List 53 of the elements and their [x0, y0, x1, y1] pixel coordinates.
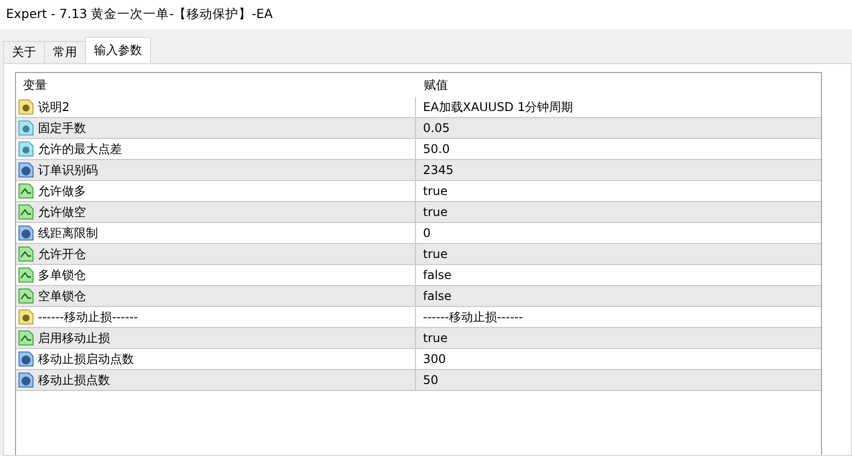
parameter-name: 移动止损启动点数 [38, 350, 134, 368]
table-cell-text: true [422, 183, 449, 200]
table-row[interactable]: 订单识别码 2345 [16, 160, 821, 181]
table-cell-text: 50.0 [422, 141, 451, 158]
table-row[interactable]: 多单锁仓 false [16, 265, 821, 286]
parameter-name: 允许做空 [38, 204, 86, 220]
table-cell-text: 2345 [422, 162, 455, 179]
parameter-name: 启用移动止损 [38, 330, 110, 346]
parameter-name: 说明2 [38, 98, 70, 116]
parameter-name: 订单识别码 [38, 162, 98, 178]
table-cell-text: true [422, 204, 449, 221]
table-cell-text: 300 [422, 351, 447, 368]
chart-icon [18, 330, 34, 346]
table-row[interactable]: 允许做空 true [16, 202, 821, 223]
chart-icon [18, 288, 34, 304]
parameter-name: 允许开仓 [38, 246, 86, 262]
table-row[interactable]: 允许开仓 true [16, 244, 821, 265]
column-header: 赋值 [423, 76, 449, 94]
table-row[interactable]: 移动止损点数 50 [16, 370, 821, 391]
column-header: 变量 [22, 76, 48, 94]
table-cell-text: 0 [422, 225, 432, 242]
table-row[interactable]: 移动止损启动点数 300 [16, 349, 821, 370]
parameter-name: ------移动止损------ [38, 308, 138, 326]
table-cell-text: 50 [422, 372, 440, 389]
tab[interactable]: 输入参数 [85, 37, 151, 63]
table-row[interactable]: 允许做多 true [16, 181, 821, 202]
chart-icon [18, 267, 34, 283]
table-row[interactable]: 空单锁仓 false [16, 286, 821, 307]
tab[interactable]: 关于 [3, 41, 45, 63]
table-cell-text: false [422, 288, 453, 305]
table-cell-text: EA加载XAUUSD 1分钟周期 [422, 98, 574, 116]
table-cell-text: true [422, 246, 449, 263]
table-cell-text: 0.05 [422, 120, 451, 137]
chart-icon [18, 246, 34, 262]
table-cell-text: ------移动止损------ [422, 308, 524, 326]
table-row[interactable]: 启用移动止损 true [16, 328, 821, 349]
parameter-name: 允许做多 [38, 182, 86, 200]
parameter-name: 多单锁仓 [38, 266, 86, 284]
table-row[interactable]: ------移动止损------ ------移动止损------ [16, 307, 821, 328]
parameter-name: 允许的最大点差 [38, 140, 122, 158]
table-row[interactable]: 固定手数 0.05 [16, 118, 821, 139]
parameter-name: 固定手数 [38, 120, 86, 136]
table-row[interactable]: 允许的最大点差 50.0 [16, 139, 821, 160]
parameter-name: 移动止损点数 [38, 372, 110, 388]
table-cell-text: false [422, 267, 453, 284]
parameter-name: 线距离限制 [38, 224, 98, 242]
table-row[interactable]: 线距离限制 0 [16, 223, 821, 244]
chart-icon [18, 183, 34, 199]
parameter-name: 空单锁仓 [38, 288, 86, 304]
table-row[interactable]: 说明2 EA加载XAUUSD 1分钟周期 [16, 97, 821, 118]
chart-icon [18, 204, 34, 220]
window-title: Expert - 7.13 黄金一次一单-【移动保护】-EA [6, 6, 273, 23]
table-cell-text: true [422, 330, 449, 347]
